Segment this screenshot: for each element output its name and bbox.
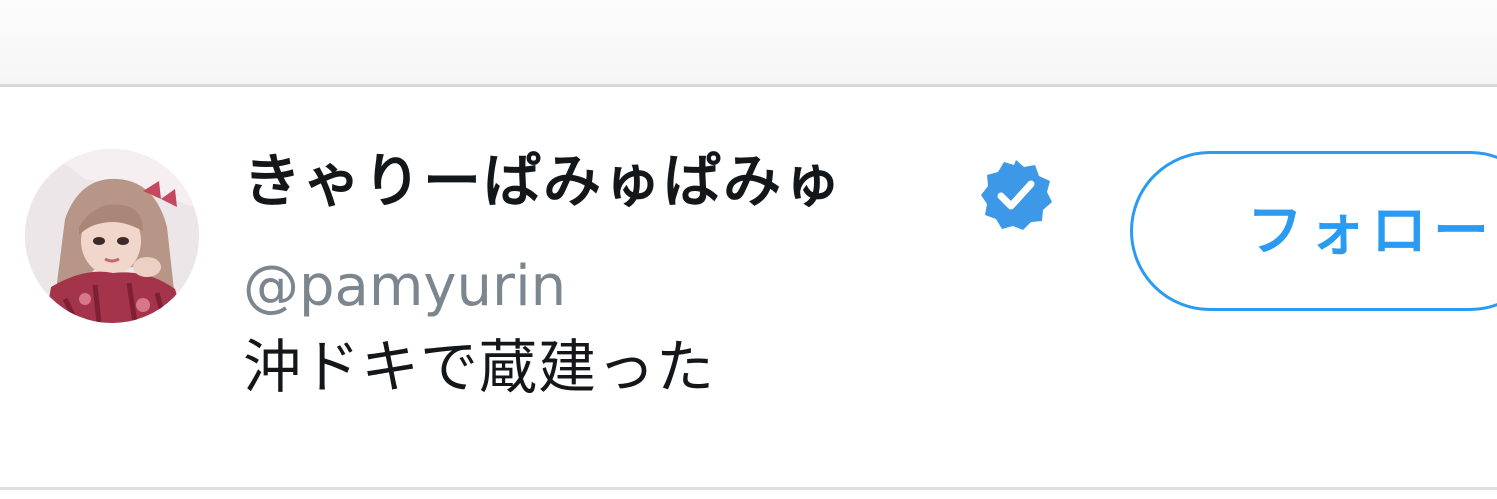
timeline-page: きゃりーぱみゅぱみゅ @pamyurin 沖ドキで蔵建った フォロー (0, 0, 1497, 499)
avatar-image (25, 149, 199, 323)
tweet-text: 沖ドキで蔵建った (243, 333, 716, 401)
avatar[interactable] (25, 149, 199, 323)
divider (0, 487, 1497, 490)
follow-button-label: フォロー (1247, 199, 1495, 264)
verified-badge-icon (981, 160, 1052, 230)
follow-button[interactable]: フォロー (1130, 151, 1497, 311)
display-name[interactable]: きゃりーぱみゅぱみゅ (243, 147, 843, 217)
user-card[interactable]: きゃりーぱみゅぱみゅ @pamyurin 沖ドキで蔵建った フォロー (0, 87, 1497, 487)
user-handle[interactable]: @pamyurin (243, 253, 566, 320)
previous-item-area (0, 0, 1497, 84)
